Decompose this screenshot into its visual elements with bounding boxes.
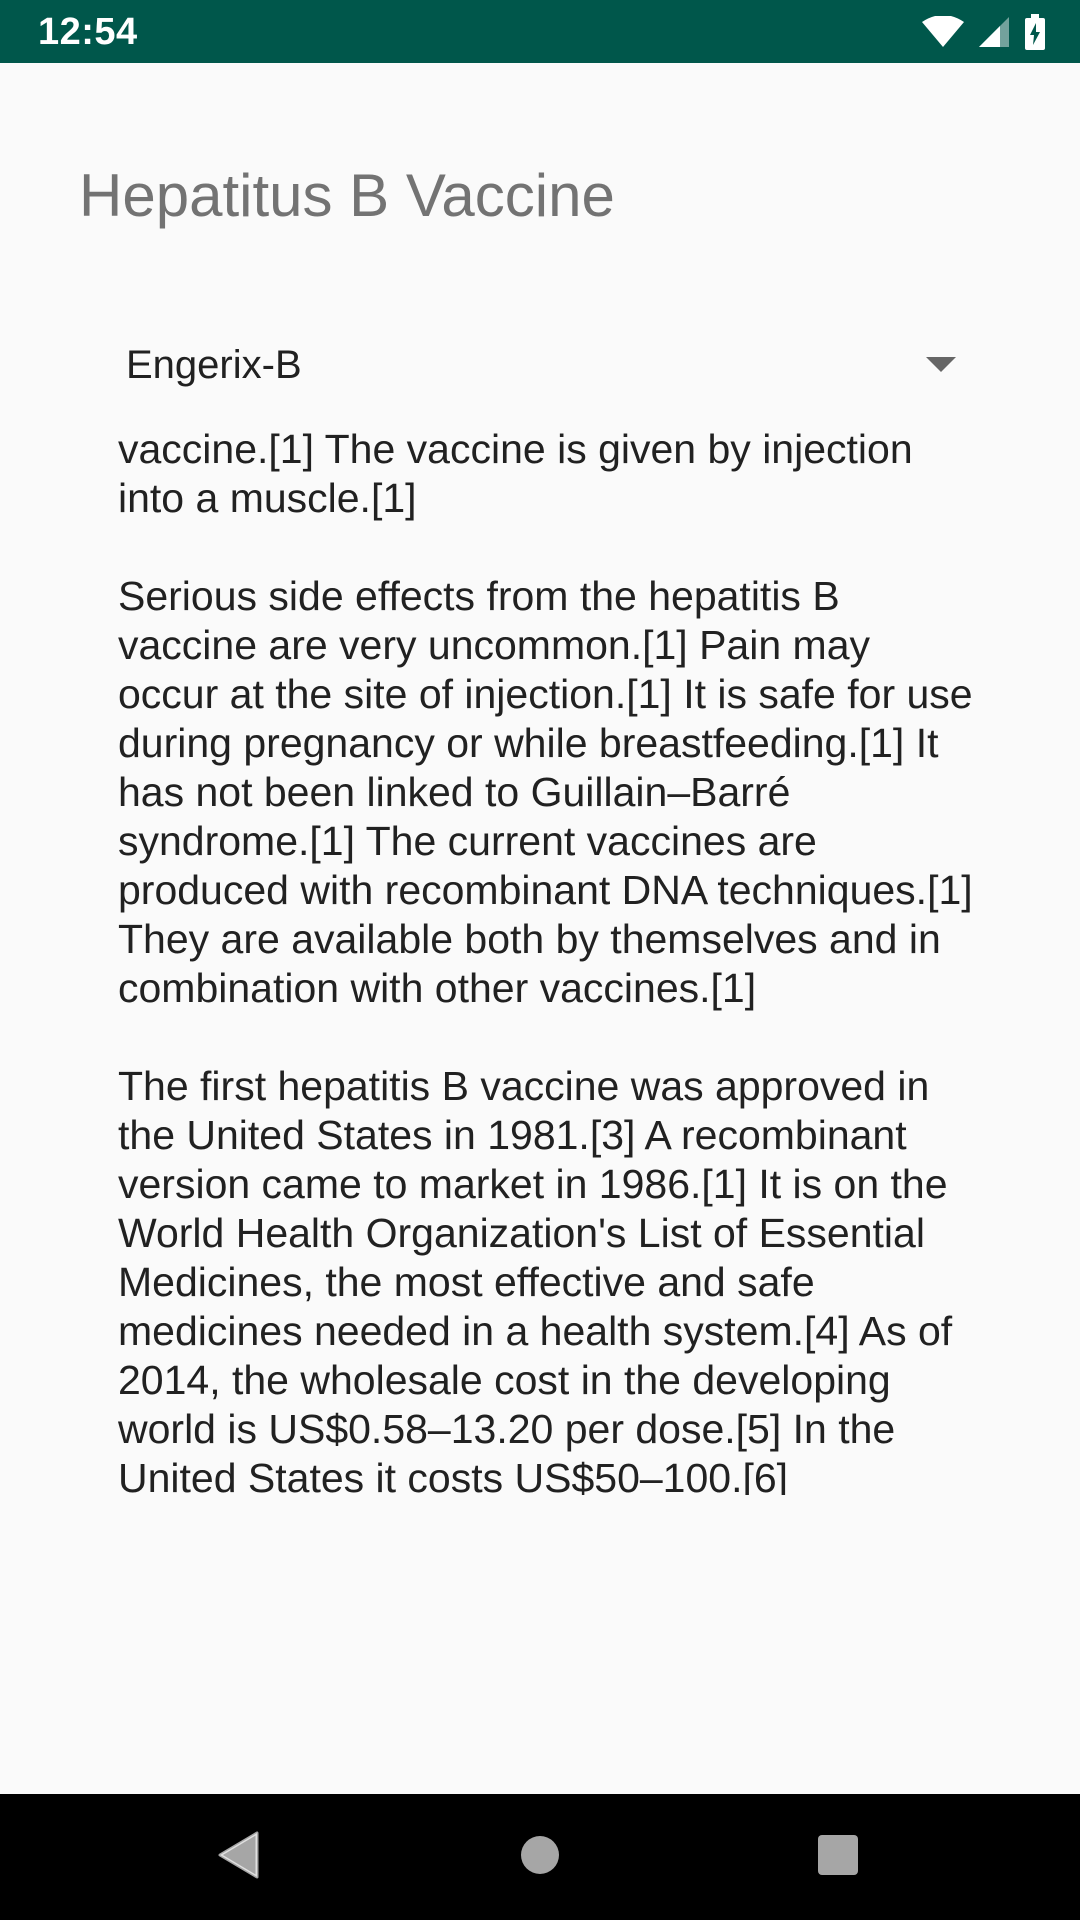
wifi-icon (922, 16, 964, 48)
back-button[interactable] (168, 1794, 308, 1920)
status-bar: 12:54 (0, 0, 1080, 63)
back-icon (217, 1831, 259, 1884)
home-icon (520, 1835, 560, 1880)
recents-button[interactable] (768, 1794, 908, 1920)
battery-icon (1024, 14, 1046, 50)
recents-icon (818, 1834, 858, 1880)
vaccine-spinner-value: Engerix-B (126, 343, 302, 387)
article-text: vaccine.[1] The vaccine is given by inje… (118, 425, 978, 1495)
article-paragraph: vaccine.[1] The vaccine is given by inje… (118, 426, 913, 521)
home-button[interactable] (470, 1794, 610, 1920)
article-paragraph: Serious side effects from the hepatitis … (118, 573, 973, 1011)
status-icons (922, 14, 1046, 50)
article-paragraph: The first hepatitis B vaccine was approv… (118, 1063, 953, 1495)
page-title: Hepatitus B Vaccine (79, 162, 615, 229)
cellular-signal-icon (978, 16, 1010, 48)
status-time: 12:54 (38, 11, 138, 53)
dropdown-arrow-icon[interactable] (906, 340, 976, 390)
vaccine-spinner[interactable]: Engerix-B (108, 330, 976, 400)
navigation-bar (0, 1794, 1080, 1920)
